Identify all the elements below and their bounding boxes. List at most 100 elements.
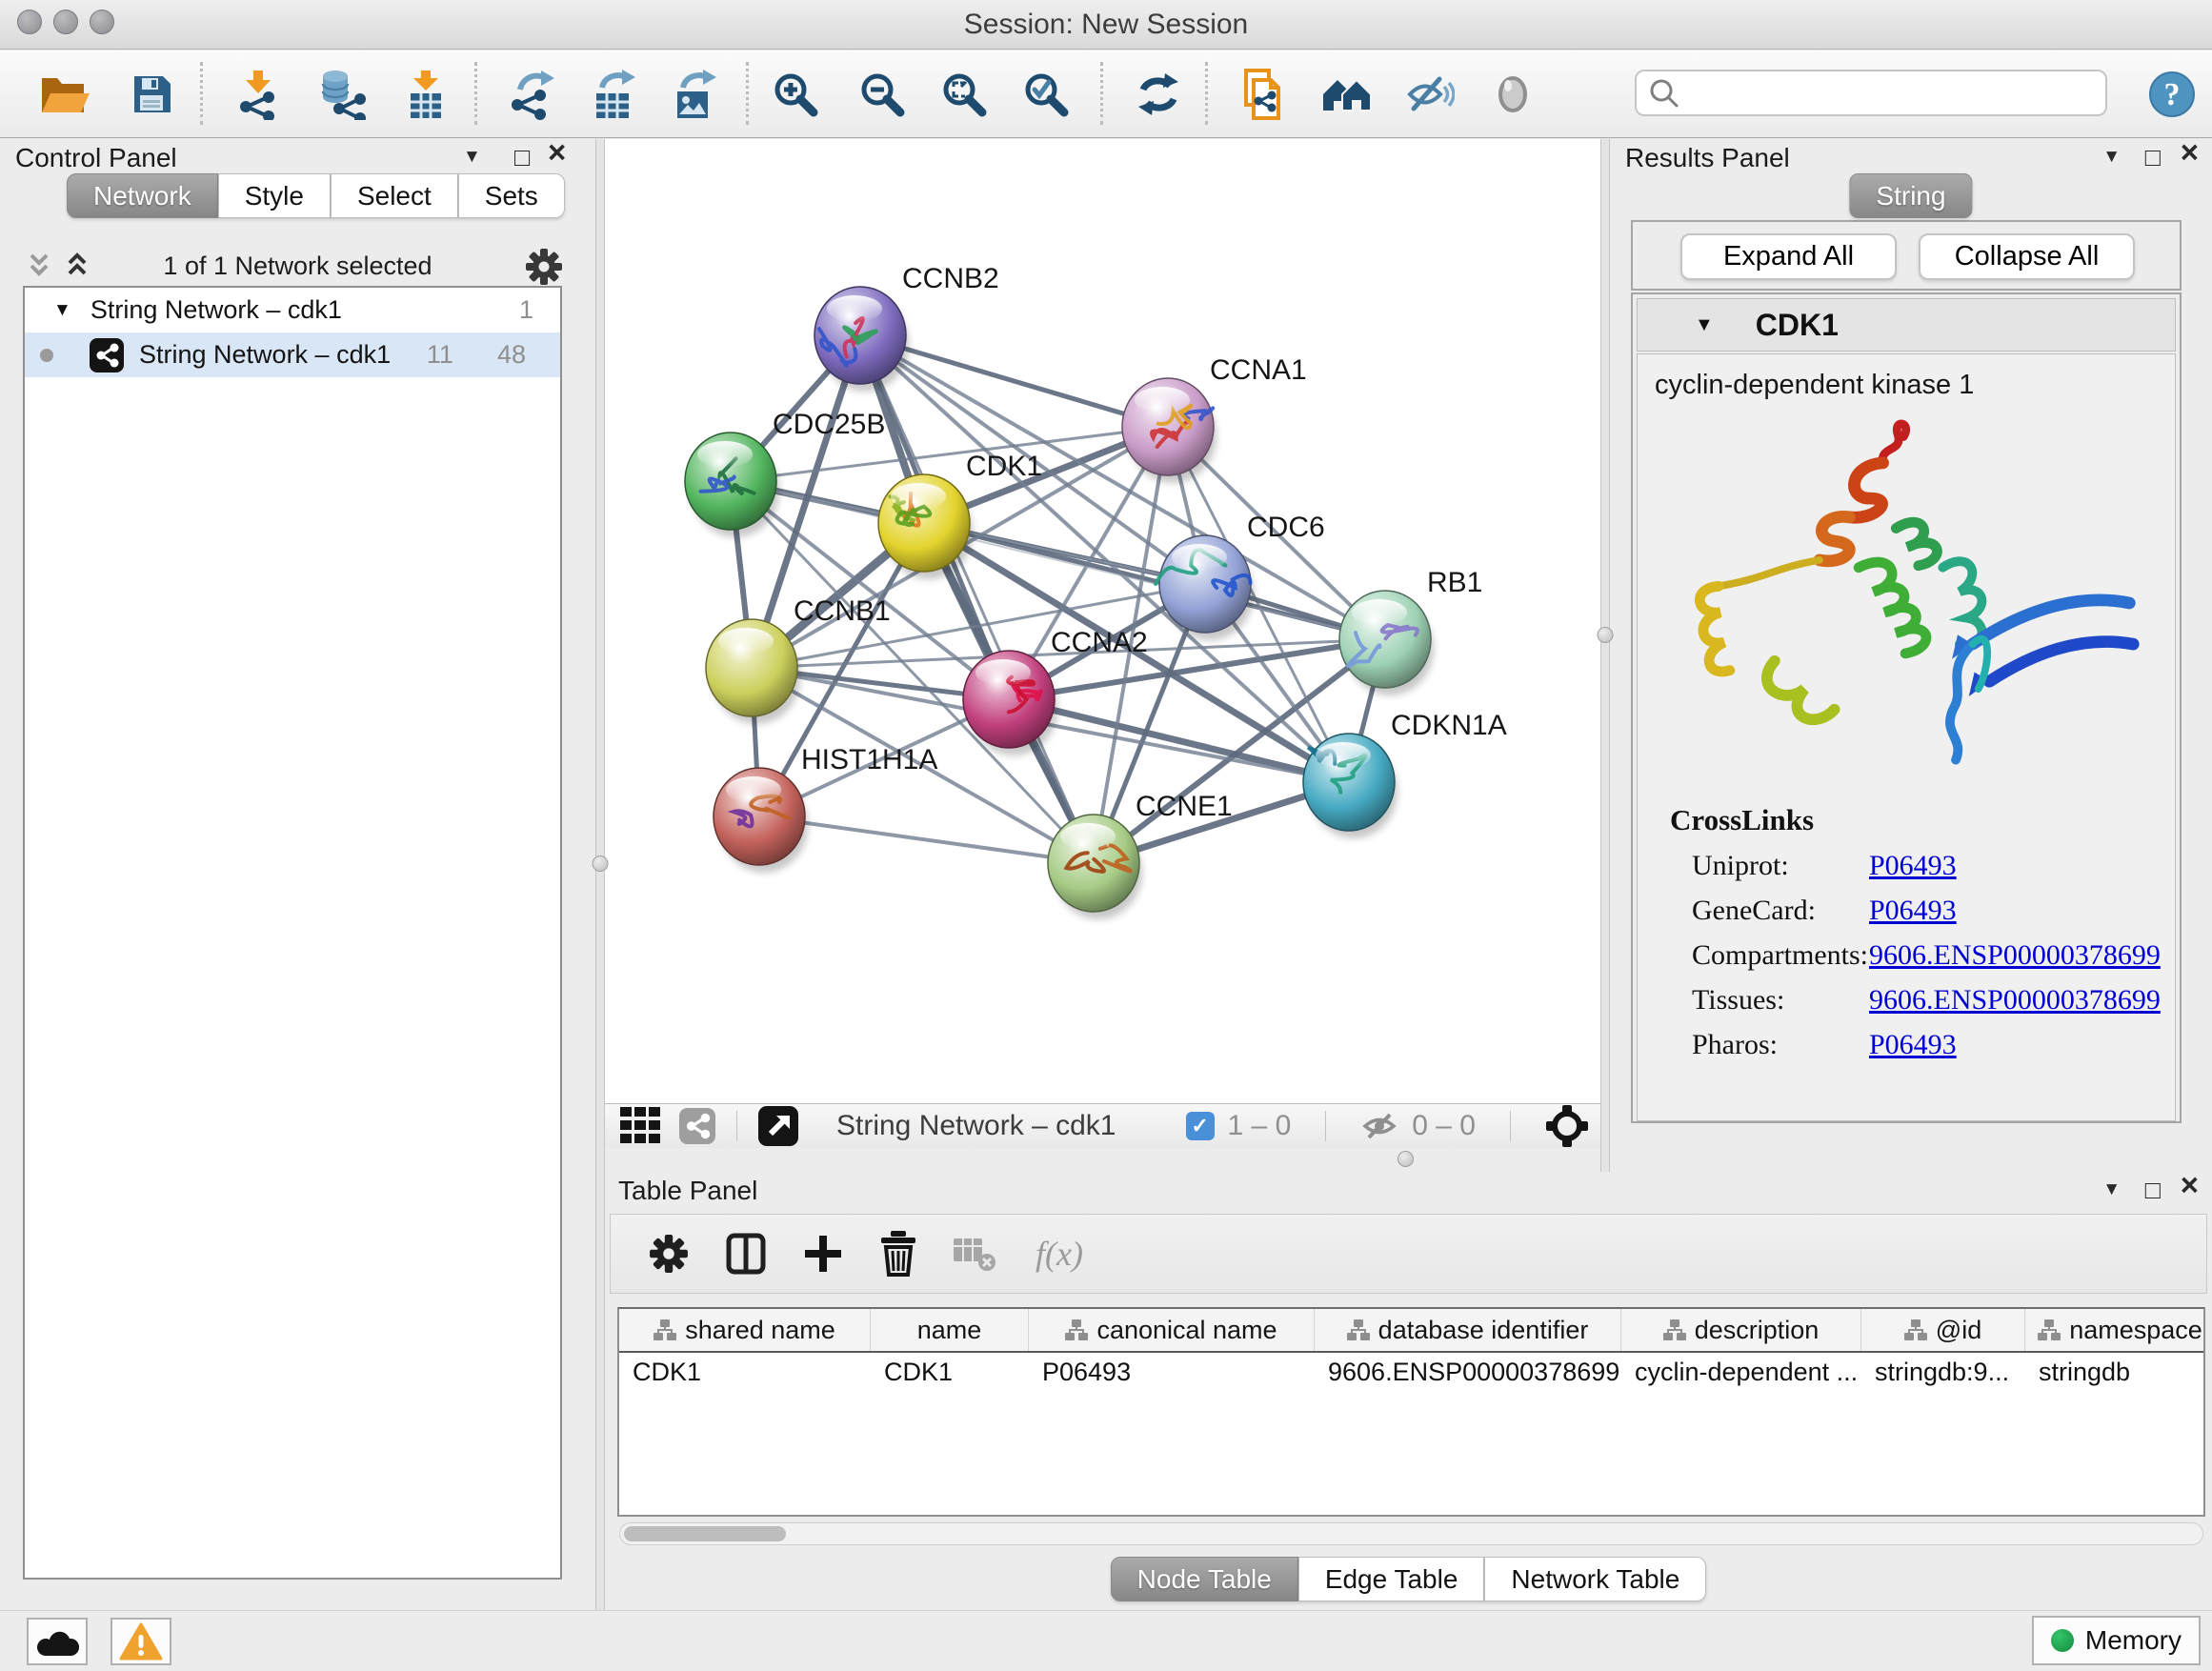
horizontal-splitter[interactable]: [605, 1148, 1600, 1172]
show-columns-button[interactable]: [725, 1233, 767, 1275]
gene-description: cyclin-dependent kinase 1: [1655, 370, 2175, 401]
tab-node-table[interactable]: Node Table: [1111, 1557, 1298, 1601]
collapse-all-button[interactable]: Collapse All: [1919, 233, 2135, 280]
splitter-handle[interactable]: [593, 856, 609, 872]
selected-nodes-checkbox[interactable]: ✓: [1186, 1112, 1215, 1140]
panel-close-button[interactable]: ×: [2181, 136, 2199, 169]
help-button[interactable]: ?: [2145, 65, 2199, 124]
tab-network[interactable]: Network: [67, 173, 218, 218]
splitter-handle[interactable]: [1398, 1151, 1414, 1167]
column-header[interactable]: shared name: [619, 1309, 871, 1351]
home-view-button[interactable]: [1320, 65, 1374, 124]
tree-disclosure-icon[interactable]: ▼: [53, 300, 71, 321]
zoom-fit-button[interactable]: [937, 65, 991, 124]
table-cell[interactable]: stringdb:9...: [1861, 1353, 2025, 1391]
table-settings-button[interactable]: [649, 1234, 689, 1274]
panel-float-button[interactable]: □: [514, 141, 530, 173]
table-cell[interactable]: 9606.ENSP00000378699: [1315, 1353, 1621, 1391]
column-header[interactable]: @id: [1861, 1309, 2025, 1351]
tab-string[interactable]: String: [1849, 173, 1972, 218]
save-session-button[interactable]: [126, 65, 179, 124]
tab-select[interactable]: Select: [331, 173, 458, 218]
open-session-button[interactable]: [38, 65, 91, 124]
table-panel: Table Panel ▼ □ ×: [605, 1172, 2212, 1610]
crosslink-value-link[interactable]: 9606.ENSP00000378699: [1869, 939, 2161, 972]
table-body: CDK1CDK1P064939606.ENSP00000378699cyclin…: [619, 1353, 2203, 1391]
right-splitter[interactable]: [1600, 139, 1610, 1172]
open-in-window-button[interactable]: [758, 1106, 798, 1146]
tab-edge-table[interactable]: Edge Table: [1298, 1557, 1485, 1601]
export-network-button[interactable]: [505, 65, 558, 124]
network-row-selected[interactable]: String Network – cdk1 11 48: [25, 332, 560, 377]
tab-network-table[interactable]: Network Table: [1484, 1557, 1706, 1601]
table-cell[interactable]: CDK1: [871, 1353, 1029, 1391]
panel-menu-button[interactable]: ▼: [463, 141, 481, 173]
crosslink-value-link[interactable]: P06493: [1869, 895, 1957, 927]
export-table-button[interactable]: [586, 65, 639, 124]
import-table-button[interactable]: [399, 65, 452, 124]
zoom-selected-button[interactable]: [1019, 65, 1073, 124]
panel-float-button[interactable]: □: [2145, 1174, 2161, 1206]
memory-button[interactable]: Memory: [2032, 1616, 2201, 1665]
hide-labels-button[interactable]: [1403, 65, 1457, 124]
zoom-in-button[interactable]: [769, 65, 822, 124]
birdseye-grid-button[interactable]: [620, 1107, 662, 1145]
toolbar-separator: [474, 62, 477, 125]
table-row[interactable]: CDK1CDK1P064939606.ENSP00000378699cyclin…: [619, 1353, 2203, 1391]
delete-column-button[interactable]: [879, 1231, 917, 1277]
network-name: String Network – cdk1: [139, 340, 391, 370]
left-splitter[interactable]: [595, 139, 605, 1610]
column-header[interactable]: description: [1621, 1309, 1861, 1351]
import-database-button[interactable]: [315, 65, 369, 124]
panel-menu-button[interactable]: ▼: [2102, 141, 2121, 173]
entry-disclosure-icon[interactable]: ▼: [1695, 314, 1714, 336]
birdseye-toggle-button[interactable]: [1545, 1104, 1589, 1148]
network-tree: ▼ String Network – cdk1 1 String Network…: [23, 286, 562, 1580]
panel-close-button[interactable]: ×: [548, 136, 566, 169]
export-image-button[interactable]: [667, 65, 720, 124]
share-document-button[interactable]: [1237, 65, 1291, 124]
table-cell[interactable]: CDK1: [619, 1353, 871, 1391]
create-column-button[interactable]: [803, 1234, 843, 1274]
tab-style[interactable]: Style: [218, 173, 331, 218]
column-header[interactable]: name: [871, 1309, 1029, 1351]
scrollbar-thumb[interactable]: [624, 1526, 786, 1541]
cloud-status-button[interactable]: [27, 1618, 88, 1665]
column-header[interactable]: canonical name: [1029, 1309, 1315, 1351]
network-collection-row[interactable]: ▼ String Network – cdk1 1: [25, 288, 560, 332]
plus-icon: [803, 1234, 843, 1274]
warnings-button[interactable]: [111, 1618, 171, 1665]
crosslink-value-link[interactable]: P06493: [1869, 850, 1957, 882]
expand-all-button[interactable]: Expand All: [1680, 233, 1897, 280]
node-label: CDC25B: [773, 409, 885, 440]
gene-entry-header[interactable]: ▼ CDK1: [1637, 298, 2176, 352]
crosslink-value-link[interactable]: 9606.ENSP00000378699: [1869, 984, 2161, 1017]
column-header[interactable]: namespace: [2025, 1309, 2205, 1351]
zoom-out-button[interactable]: [855, 65, 909, 124]
refresh-button[interactable]: [1132, 65, 1185, 124]
panel-float-button[interactable]: □: [2145, 141, 2161, 173]
table-tabs: Node Table Edge Table Network Table: [605, 1557, 2212, 1601]
tab-sets[interactable]: Sets: [458, 173, 565, 218]
splitter-handle[interactable]: [1598, 627, 1614, 643]
svg-text:?: ?: [2164, 77, 2181, 112]
network-status-dot: [40, 349, 53, 362]
hidden-count: 0 – 0: [1412, 1110, 1476, 1142]
network-canvas[interactable]: CCNB2CCNA1CDC25BCDK1CDC6RB1CCNB1CCNA2CDK…: [605, 139, 1600, 1103]
crosslink-value-link[interactable]: P06493: [1869, 1029, 1957, 1061]
panel-close-button[interactable]: ×: [2181, 1169, 2199, 1201]
import-network-button[interactable]: [232, 65, 286, 124]
column-header[interactable]: database identifier: [1315, 1309, 1621, 1351]
table-horizontal-scrollbar[interactable]: [619, 1522, 2203, 1545]
network-options-button[interactable]: [525, 248, 563, 291]
table-panel-title: Table Panel: [618, 1176, 757, 1206]
table-cell[interactable]: cyclin-dependent ...: [1621, 1353, 1861, 1391]
panel-menu-button[interactable]: ▼: [2102, 1174, 2121, 1206]
toolbar-separator: [736, 1111, 737, 1141]
edge-count: 48: [497, 340, 526, 370]
show-labels-button[interactable]: [1486, 65, 1539, 124]
crosshair-icon: [1545, 1104, 1589, 1148]
table-cell[interactable]: P06493: [1029, 1353, 1315, 1391]
search-input[interactable]: [1680, 74, 2105, 112]
table-cell[interactable]: stringdb: [2025, 1353, 2205, 1391]
